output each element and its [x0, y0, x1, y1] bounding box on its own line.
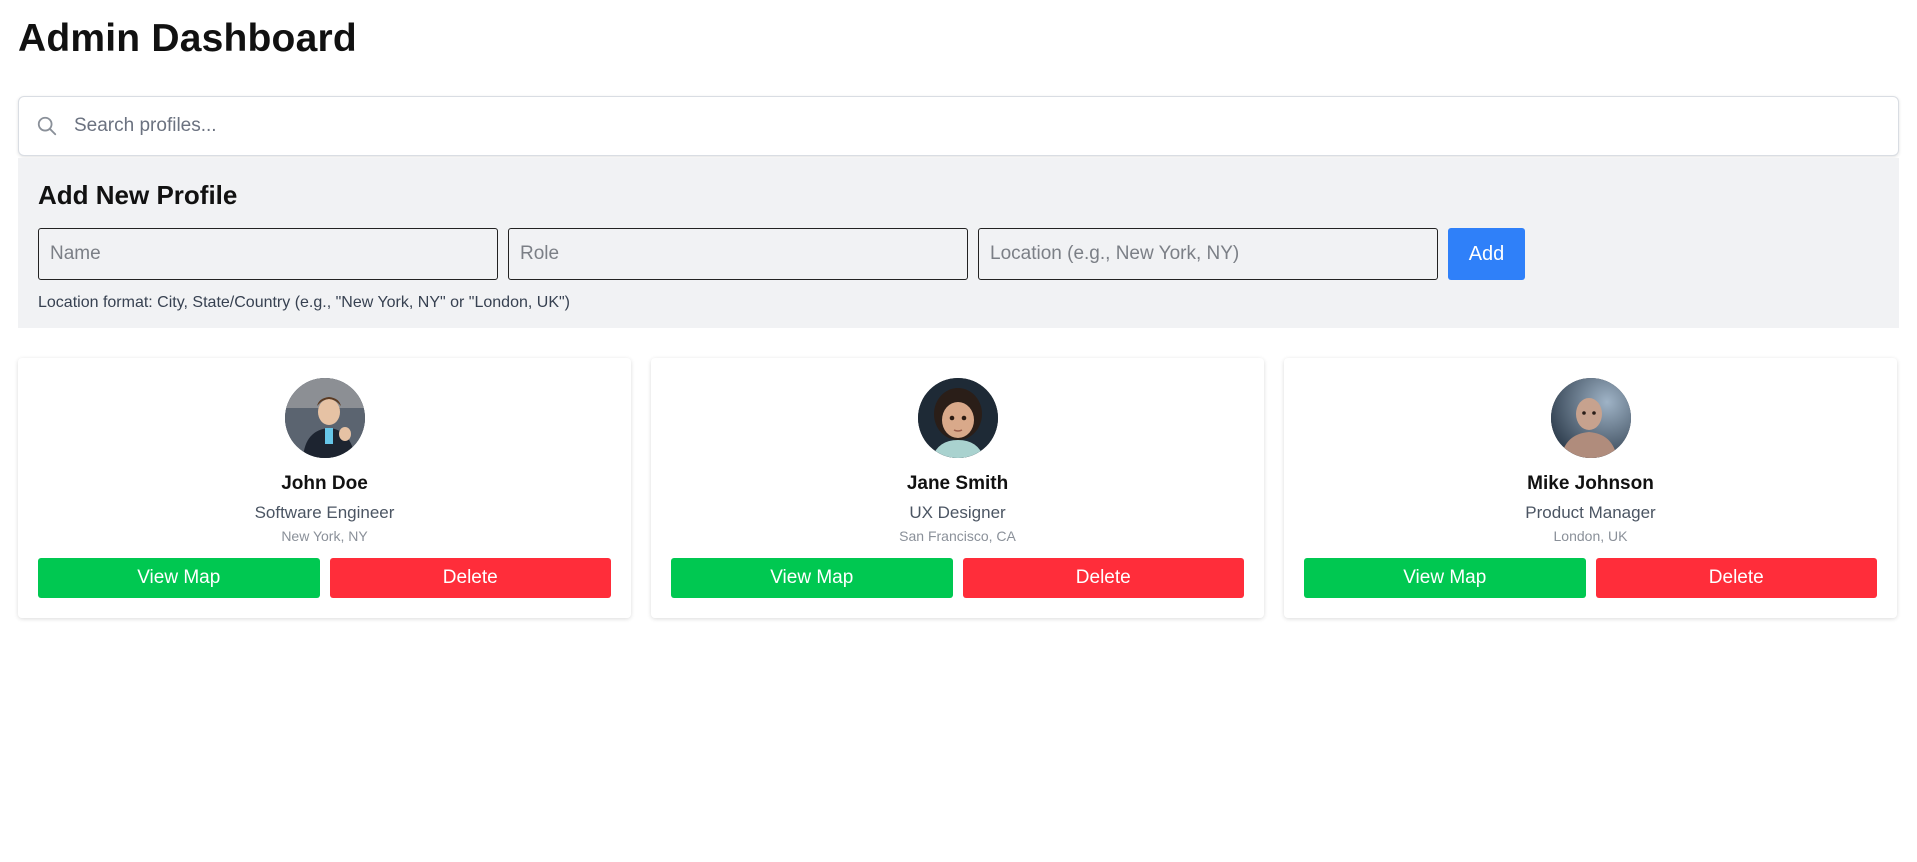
- add-profile-title: Add New Profile: [38, 180, 238, 210]
- delete-button[interactable]: Delete: [1595, 558, 1877, 598]
- profile-card: Mike Johnson Product Manager London, UK …: [1284, 358, 1897, 618]
- card-actions: View Map Delete: [1304, 558, 1877, 598]
- view-map-button[interactable]: View Map: [1304, 558, 1586, 598]
- profile-card: Jane Smith UX Designer San Francisco, CA…: [651, 358, 1264, 618]
- search-input[interactable]: [72, 114, 1776, 138]
- profile-location: San Francisco, CA: [899, 528, 1016, 544]
- delete-button[interactable]: Delete: [962, 558, 1244, 598]
- search-icon: [34, 113, 60, 139]
- admin-dashboard-page: Admin Dashboard Add New Profile Add Loca…: [0, 0, 1917, 862]
- page-title: Admin Dashboard: [18, 17, 357, 60]
- location-format-hint: Location format: City, State/Country (e.…: [38, 294, 570, 311]
- card-actions: View Map Delete: [38, 558, 611, 598]
- profile-role: UX Designer: [909, 503, 1006, 522]
- add-button[interactable]: Add: [1448, 228, 1525, 280]
- location-field[interactable]: [978, 228, 1438, 280]
- profile-name: Jane Smith: [906, 473, 1009, 494]
- profile-location: London, UK: [1553, 528, 1628, 544]
- profile-name: Mike Johnson: [1527, 473, 1654, 494]
- search-bar[interactable]: [18, 96, 1899, 156]
- avatar: [917, 378, 998, 458]
- profile-location: New York, NY: [281, 528, 368, 544]
- delete-button[interactable]: Delete: [329, 558, 611, 598]
- profile-cards: John Doe Software Engineer New York, NY …: [18, 358, 1899, 618]
- role-field[interactable]: [508, 228, 968, 280]
- avatar: [284, 378, 365, 458]
- view-map-button[interactable]: View Map: [38, 558, 320, 598]
- view-map-button[interactable]: View Map: [671, 558, 953, 598]
- name-field[interactable]: [38, 228, 498, 280]
- profile-name: John Doe: [281, 473, 368, 494]
- profile-role: Product Manager: [1525, 503, 1656, 522]
- add-profile-form: Add: [38, 228, 1879, 280]
- avatar: [1550, 378, 1631, 458]
- card-actions: View Map Delete: [671, 558, 1244, 598]
- profile-card: John Doe Software Engineer New York, NY …: [18, 358, 631, 618]
- profile-role: Software Engineer: [254, 503, 395, 522]
- add-profile-panel: Add New Profile Add Location format: Cit…: [18, 158, 1899, 328]
